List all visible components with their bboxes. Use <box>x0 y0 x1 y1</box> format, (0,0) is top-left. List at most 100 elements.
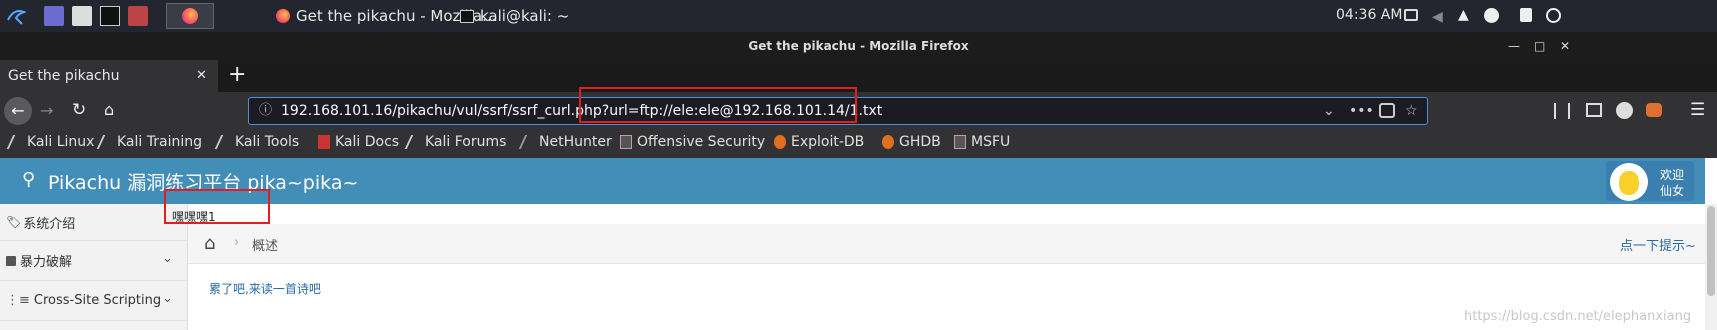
bookmark-kali-linux[interactable]: Kali Linux <box>6 134 95 150</box>
bookmark-nethunter[interactable]: NetHunter <box>518 134 612 150</box>
bookmark-kali-docs[interactable]: Kali Docs <box>318 134 399 150</box>
bookmark-label: NetHunter <box>539 134 612 150</box>
bookmark-label: Kali Forums <box>425 134 507 150</box>
pocket-icon[interactable] <box>1379 103 1395 118</box>
page-viewport: ⚲ Pikachu 漏洞练习平台 pika~pika~ 欢迎 仙女 🏷 系统介绍… <box>0 158 1717 330</box>
poem-link[interactable]: 累了吧,来读一首诗吧 <box>209 280 321 297</box>
forward-button[interactable]: → <box>40 101 53 120</box>
close-window-button[interactable]: ✕ <box>1560 32 1570 60</box>
avatar <box>1610 163 1648 201</box>
highlight-box-url-query <box>579 87 857 123</box>
home-button[interactable]: ⌂ <box>104 100 114 119</box>
msfu-icon <box>954 135 966 149</box>
pikachu-avatar-icon <box>1619 171 1639 195</box>
highlight-box-output <box>164 189 270 224</box>
user-greeting: 欢迎 <box>1660 168 1685 182</box>
page-scrollbar[interactable] <box>1705 204 1717 330</box>
new-tab-button[interactable]: + <box>228 62 246 88</box>
file-manager-icon[interactable] <box>72 6 92 26</box>
account-icon[interactable] <box>1616 102 1633 119</box>
bookmarks-toolbar: Kali Linux Kali Training Kali Tools Kali… <box>0 130 1717 158</box>
bookmark-label: Kali Tools <box>235 134 300 150</box>
chevron-down-icon[interactable]: ⌄ <box>1323 98 1335 124</box>
bookmark-kali-forums[interactable]: Kali Forums <box>404 134 507 150</box>
home-icon[interactable]: ⌂ <box>204 233 215 254</box>
sidebar-item-intro[interactable]: 🏷 系统介绍 <box>0 204 187 241</box>
nav-toolbar: ← → ↻ ⌂ ⓘ 192.168.101.16/pikachu/vul/ssr… <box>0 92 1717 130</box>
chevron-down-icon[interactable]: ⌄ <box>162 291 173 306</box>
bookmark-label: GHDB <box>899 134 941 150</box>
nethunter-icon <box>518 135 538 149</box>
sidebar-toggle-icon[interactable] <box>1586 103 1602 117</box>
user-name: 仙女 <box>1660 184 1685 198</box>
breadcrumb-current: 概述 <box>252 239 279 254</box>
list-icon: ⋮≡ <box>6 293 30 308</box>
library-icon[interactable] <box>1554 103 1570 119</box>
notifications-icon[interactable]: ▲ <box>1458 7 1469 23</box>
tab-pikachu[interactable]: Get the pikachu ✕ <box>0 60 218 92</box>
bookmark-label: Exploit-DB <box>791 134 865 150</box>
offsec-icon <box>620 135 632 149</box>
desktop-icon[interactable] <box>44 6 64 26</box>
kali-docs-icon <box>318 135 330 149</box>
minimize-button[interactable]: — <box>1508 32 1520 60</box>
breadcrumb: ⌂ › 概述 点一下提示~ <box>188 224 1705 264</box>
bookmark-label: Offensive Security <box>637 134 766 150</box>
tag-icon: 🏷 <box>6 215 22 229</box>
maximize-button[interactable]: □ <box>1534 32 1545 60</box>
key-icon: ⚲ <box>22 169 36 190</box>
sidebar-item-label: 暴力破解 <box>20 255 73 270</box>
kali-dragon-icon <box>404 135 424 149</box>
sidebar-item-xss[interactable]: ⋮≡ Cross-Site Scripting ⌄ <box>0 281 187 321</box>
tab-strip: Get the pikachu ✕ + <box>0 60 1717 92</box>
kali-dragon-icon <box>214 135 234 149</box>
firefox-icon <box>182 8 198 24</box>
clock: 04:36 AM <box>1336 7 1403 23</box>
tab-title: Get the pikachu <box>8 68 120 84</box>
chevron-down-icon[interactable]: ⌄ <box>162 251 173 266</box>
volume-icon[interactable]: ◀ <box>1432 9 1443 25</box>
reload-button[interactable]: ↻ <box>72 100 86 120</box>
breadcrumb-separator: › <box>234 235 240 250</box>
bookmark-star-icon[interactable]: ☆ <box>1405 98 1418 124</box>
menu-icon[interactable]: ☰ <box>1690 100 1705 120</box>
lock-icon <box>6 255 16 266</box>
firefox-icon <box>276 9 290 23</box>
sidebar-item-label: Cross-Site Scripting <box>33 293 162 308</box>
bookmark-kali-tools[interactable]: Kali Tools <box>214 134 300 150</box>
bookmark-offensive-security[interactable]: Offensive Security <box>620 134 765 150</box>
update-icon[interactable] <box>1484 8 1499 23</box>
bookmark-label: Kali Training <box>117 134 202 150</box>
terminal-icon[interactable] <box>100 6 120 26</box>
window-titlebar: Get the pikachu - Mozilla Firefox — □ ✕ <box>0 32 1717 60</box>
lock-screen-icon[interactable] <box>1520 8 1532 22</box>
sidebar-item-label: 系统介绍 <box>23 216 76 232</box>
sidebar-item-brute-force[interactable]: 暴力破解 ⌄ <box>0 241 187 281</box>
kali-dragon-icon <box>96 135 116 149</box>
info-icon[interactable]: ⓘ <box>259 98 272 124</box>
bookmark-label: Kali Linux <box>27 134 95 150</box>
display-icon[interactable] <box>1404 9 1418 21</box>
task-terminal[interactable]: kali@kali: ~ <box>460 3 569 29</box>
bookmark-kali-training[interactable]: Kali Training <box>96 134 202 150</box>
screen-recorder-icon[interactable] <box>128 6 148 26</box>
back-button[interactable]: ← <box>4 97 32 125</box>
bookmark-label: Kali Docs <box>335 134 400 150</box>
bookmark-ghdb[interactable]: GHDB <box>882 134 941 150</box>
terminal-icon <box>460 9 474 23</box>
tab-close-button[interactable]: ✕ <box>196 60 207 92</box>
kali-menu-icon[interactable] <box>6 6 26 26</box>
page-actions-button[interactable]: ••• <box>1349 98 1374 124</box>
bookmark-label: MSFU <box>971 134 1011 150</box>
firefox-launcher[interactable] <box>166 3 214 29</box>
scrollbar-thumb[interactable] <box>1707 206 1715 296</box>
main-content: 嘿嘿嘿1 ⌂ › 概述 点一下提示~ 累了吧,来读一首诗吧 https://bl… <box>172 204 1705 330</box>
user-menu[interactable]: 欢迎 仙女 <box>1606 161 1694 201</box>
bookmark-msfu[interactable]: MSFU <box>954 134 1010 150</box>
url-host-path: 192.168.101.16/pikachu/vul/ssrf/ssrf_cur… <box>281 103 602 119</box>
bookmark-exploit-db[interactable]: Exploit-DB <box>774 134 864 150</box>
power-icon[interactable] <box>1546 8 1561 23</box>
hint-link[interactable]: 点一下提示~ <box>1620 235 1696 254</box>
window-title: Get the pikachu - Mozilla Firefox <box>748 39 969 53</box>
extension-icon[interactable] <box>1646 103 1662 117</box>
